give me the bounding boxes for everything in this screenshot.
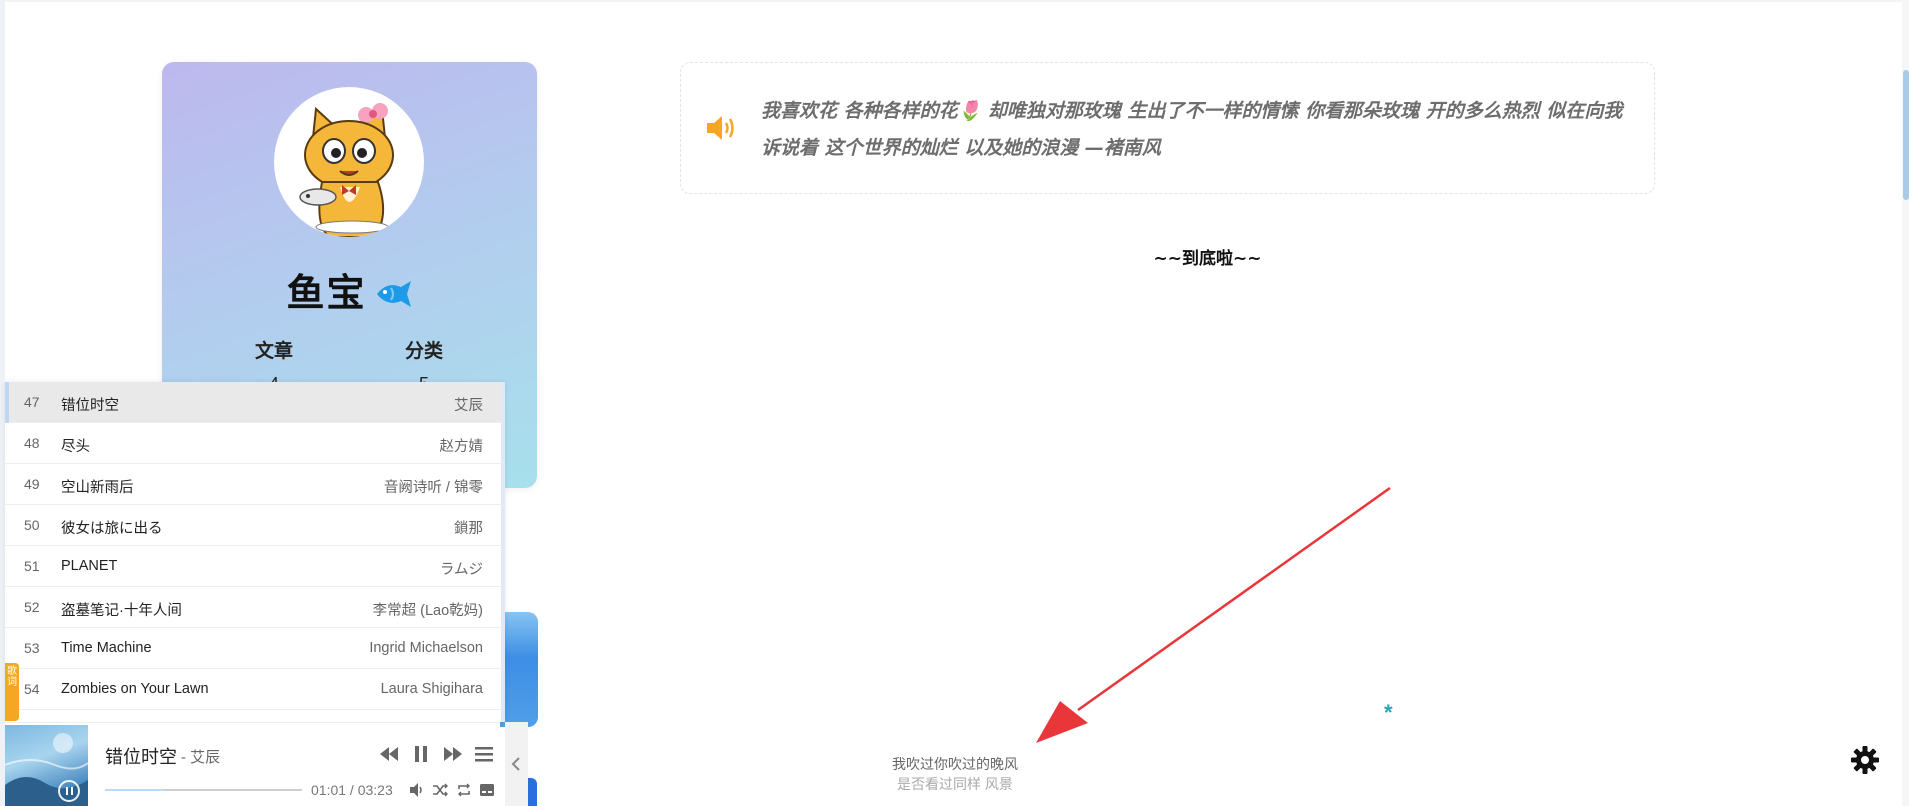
- player-collapse-button[interactable]: [505, 722, 528, 806]
- now-playing-title: 错位时空: [105, 747, 177, 767]
- playlist-row[interactable]: 47 错位时空 艾辰: [5, 382, 501, 423]
- track-artist: 艾辰: [454, 398, 483, 414]
- previous-track-icon[interactable]: [378, 743, 400, 765]
- track-artist: 音阙诗听 / 锦零: [383, 480, 483, 496]
- playlist-row[interactable]: 48 尽头 赵方婧: [5, 423, 501, 464]
- top-border: [0, 0, 1909, 2]
- shuffle-icon[interactable]: [432, 782, 448, 798]
- author-name: 鱼宝: [162, 262, 537, 318]
- quote-box: 我喜欢花 各种各样的花🌷 却唯独对那玫瑰 生出了不一样的情愫 你看那朵玫瑰 开的…: [680, 62, 1655, 194]
- volume-icon[interactable]: [408, 782, 424, 798]
- playlist-row[interactable]: 51 PLANET ラムジ: [5, 546, 501, 587]
- annotation-arrow: [1036, 486, 1391, 743]
- track-title: PLANET: [61, 558, 118, 574]
- end-of-list-marker: ~~到底啦~~: [1153, 249, 1262, 269]
- music-playlist[interactable]: 47 错位时空 艾辰 48 尽头 赵方婧 49 空山新雨后 音阙诗听 / 锦零 …: [5, 382, 505, 722]
- track-title: 彼女は旅に出る: [61, 521, 163, 537]
- track-title: Time Machine: [61, 640, 152, 656]
- page-scrollbar-thumb[interactable]: [1903, 70, 1909, 200]
- menu-list-icon[interactable]: [474, 743, 494, 765]
- playlist-row[interactable]: 53 Time Machine Ingrid Michaelson: [5, 628, 501, 669]
- pause-icon[interactable]: [413, 743, 429, 765]
- track-number: 52: [24, 599, 40, 615]
- track-artist: Ingrid Michaelson: [369, 640, 483, 656]
- fish-icon: [373, 274, 413, 318]
- next-track-icon[interactable]: [442, 743, 464, 765]
- settings-gear-icon[interactable]: [1850, 745, 1880, 775]
- cover-pause-icon[interactable]: [58, 780, 80, 802]
- track-number: 54: [24, 681, 40, 697]
- sparkle-mark: *: [1384, 700, 1393, 725]
- track-number: 51: [24, 558, 40, 574]
- page: 鱼宝 文章 分类 4 5 我喜欢花 各种各样的花🌷 却唯独对那玫瑰 生出了不一样…: [0, 0, 1909, 806]
- repeat-icon[interactable]: [456, 782, 472, 798]
- footer-lyric-subline: 是否看过同样 风景: [897, 776, 1013, 792]
- playback-time: 01:01 / 03:23: [311, 782, 393, 798]
- playlist-row[interactable]: 52 盗墓笔记·十年人间 李常超 (Lao乾妈): [5, 587, 501, 628]
- album-cover[interactable]: [5, 725, 88, 806]
- track-title: 盗墓笔记·十年人间: [61, 603, 182, 619]
- speaker-icon[interactable]: [705, 113, 739, 143]
- footer-lyric-line: 我吹过你吹过的晚风: [892, 756, 1018, 772]
- progress-bar[interactable]: [105, 789, 302, 791]
- stat-label-articles: 文章: [254, 340, 293, 362]
- track-artist: 李常超 (Lao乾妈): [372, 603, 483, 619]
- lyrics-display-icon[interactable]: [479, 782, 495, 798]
- author-name-text: 鱼宝: [286, 271, 367, 315]
- cat-avatar-icon: [299, 103, 394, 237]
- track-number: 47: [24, 394, 40, 410]
- playlist-row[interactable]: 49 空山新雨后 音阙诗听 / 锦零: [5, 464, 501, 505]
- track-number: 48: [24, 435, 40, 451]
- track-title: 尽头: [61, 439, 90, 455]
- track-artist: 鎖那: [454, 521, 483, 537]
- lyric-toggle-tab[interactable]: 歌词: [5, 663, 19, 721]
- now-playing-artist: - 艾辰: [181, 749, 221, 766]
- playlist-row[interactable]: 54 Zombies on Your Lawn Laura Shigihara: [5, 669, 501, 710]
- track-number: 53: [24, 640, 40, 656]
- playlist-row[interactable]: 50 彼女は旅に出る 鎖那: [5, 505, 501, 546]
- stat-label-categories: 分类: [404, 340, 443, 362]
- track-artist: Laura Shigihara: [380, 681, 483, 697]
- track-title: Zombies on Your Lawn: [61, 681, 209, 697]
- music-player-bar: 错位时空 - 艾辰 01:01 / 03:23: [5, 722, 500, 806]
- track-artist: ラムジ: [439, 562, 483, 578]
- quote-text: 我喜欢花 各种各样的花🌷 却唯独对那玫瑰 生出了不一样的情愫 你看那朵玫瑰 开的…: [761, 100, 1623, 159]
- avatar[interactable]: [274, 87, 424, 237]
- track-title: 空山新雨后: [61, 480, 134, 496]
- track-title: 错位时空: [61, 398, 119, 414]
- chevron-left-icon: [511, 757, 520, 771]
- track-artist: 赵方婧: [439, 439, 484, 455]
- track-number: 50: [24, 517, 40, 533]
- track-number: 49: [24, 476, 40, 492]
- progress-bar-fill: [105, 789, 165, 791]
